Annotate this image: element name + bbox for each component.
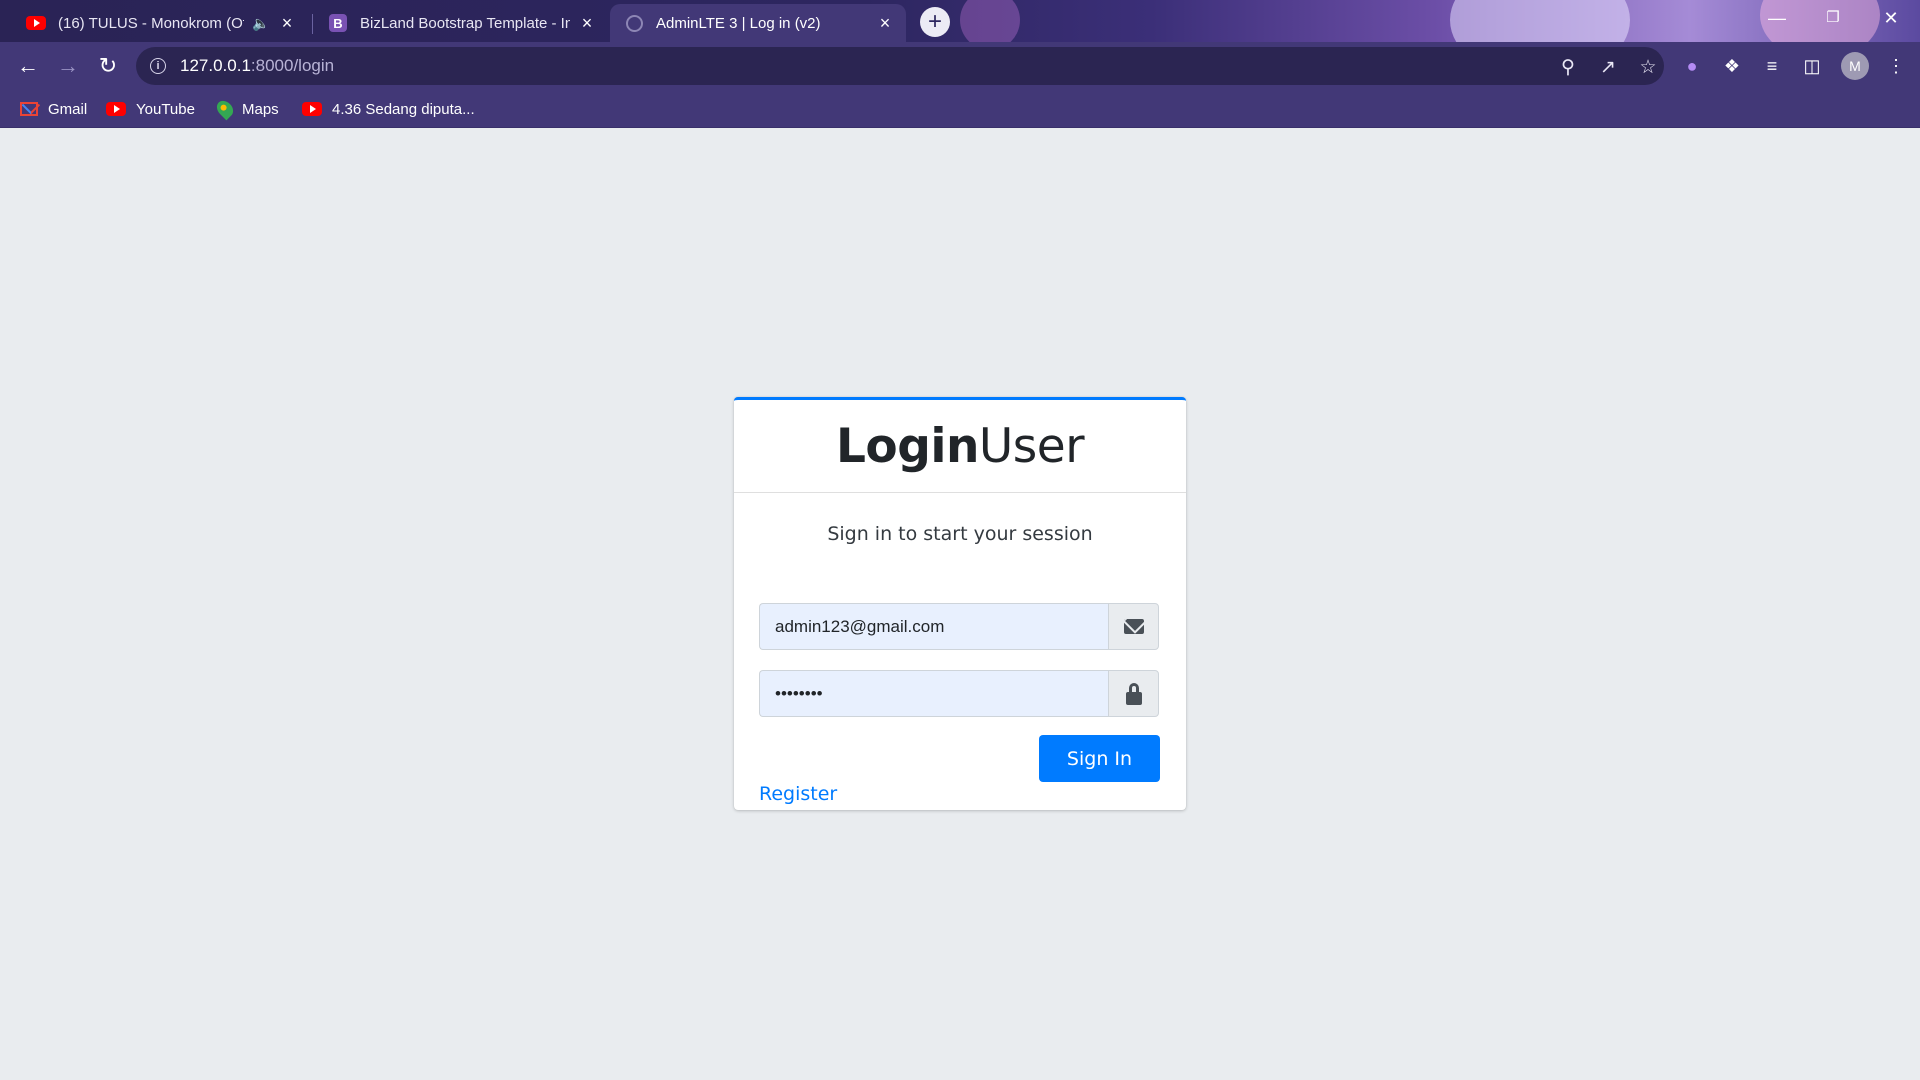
bootstrap-icon: B [328, 13, 348, 33]
tab-title: (16) TULUS - Monokrom (Off [58, 14, 244, 32]
forward-icon[interactable]: → [54, 52, 82, 80]
restore-icon[interactable]: ❐ [1818, 8, 1848, 26]
wallpaper-decoration [960, 0, 1020, 42]
tab-youtube[interactable]: (16) TULUS - Monokrom (Off 🔈 × [12, 4, 308, 42]
lock-icon [1108, 670, 1159, 717]
bookmark-youtube[interactable]: YouTube [106, 90, 195, 128]
login-box-message: Sign in to start your session [827, 523, 1093, 545]
wallpaper-decoration [1450, 0, 1630, 42]
extensions-puzzle-icon[interactable]: ❖ [1720, 56, 1744, 77]
minimize-icon[interactable]: — [1762, 8, 1792, 29]
logo-bold-text: Login [835, 418, 979, 474]
media-queue-icon[interactable]: ≡ [1760, 56, 1784, 77]
login-card-body: Sign in to start your session Sign In Re… [734, 523, 1186, 805]
bookmark-maps[interactable]: Maps [213, 90, 279, 128]
gmail-icon [20, 102, 38, 116]
bookmark-gmail[interactable]: Gmail [20, 90, 87, 128]
page-viewport: Login User Sign in to start your session … [0, 128, 1920, 1078]
bookmarks-bar: Gmail YouTube Maps 4.36 Sedang diputa... [0, 90, 1920, 128]
reload-icon[interactable]: ↻ [94, 52, 122, 80]
bookmark-label: Maps [242, 100, 279, 118]
speaker-icon[interactable]: 🔈 [252, 14, 270, 32]
register-link[interactable]: Register [759, 783, 837, 805]
bookmark-label: YouTube [136, 100, 195, 118]
new-tab-button[interactable]: + [920, 7, 950, 37]
close-tab-icon[interactable]: × [876, 13, 894, 33]
browser-menu-icon[interactable]: ⋮ [1884, 56, 1908, 77]
back-icon[interactable]: ← [14, 52, 42, 80]
envelope-icon [1108, 603, 1159, 650]
key-icon[interactable]: ⚲ [1556, 56, 1580, 79]
tab-adminlte-login[interactable]: AdminLTE 3 | Log in (v2) × [610, 4, 906, 42]
bookmark-now-playing[interactable]: 4.36 Sedang diputa... [302, 90, 475, 128]
globe-icon [624, 13, 644, 33]
login-logo[interactable]: Login User [734, 400, 1186, 493]
tab-title: AdminLTE 3 | Log in (v2) [656, 14, 821, 32]
email-field[interactable] [759, 603, 1108, 650]
bookmark-label: 4.36 Sedang diputa... [332, 100, 475, 118]
sign-in-button[interactable]: Sign In [1039, 735, 1160, 782]
password-field[interactable] [759, 670, 1108, 717]
youtube-icon [26, 13, 46, 33]
close-window-icon[interactable]: ✕ [1876, 8, 1906, 29]
address-bar[interactable]: i 127.0.0.1:8000/login ⚲ ↗ ☆ [136, 47, 1664, 85]
browser-toolbar: ← → ↻ i 127.0.0.1:8000/login ⚲ ↗ ☆ ● ❖ ≡… [0, 42, 1920, 90]
youtube-icon [302, 102, 322, 116]
site-info-icon[interactable]: i [150, 58, 166, 74]
login-card: Login User Sign in to start your session … [734, 397, 1186, 810]
bookmark-label: Gmail [48, 100, 88, 118]
email-input-group [759, 603, 1159, 650]
extension-app-icon[interactable]: ● [1680, 56, 1704, 77]
tab-title: BizLand Bootstrap Template - Ind [360, 14, 570, 32]
close-tab-icon[interactable]: × [278, 13, 296, 33]
tab-strip: (16) TULUS - Monokrom (Off 🔈 × B BizLand… [0, 0, 1920, 42]
profile-avatar[interactable]: M [1841, 52, 1869, 80]
maps-icon [213, 97, 237, 121]
side-panel-icon[interactable]: ◫ [1800, 56, 1824, 77]
bookmark-star-icon[interactable]: ☆ [1636, 56, 1660, 79]
tab-bizland[interactable]: B BizLand Bootstrap Template - Ind × [314, 4, 608, 42]
password-input-group [759, 670, 1159, 717]
tab-separator [312, 14, 313, 34]
close-tab-icon[interactable]: × [578, 13, 596, 33]
logo-light-text: User [978, 418, 1085, 474]
address-url[interactable]: 127.0.0.1:8000/login [180, 56, 334, 76]
share-icon[interactable]: ↗ [1596, 56, 1620, 79]
youtube-icon [106, 102, 126, 116]
